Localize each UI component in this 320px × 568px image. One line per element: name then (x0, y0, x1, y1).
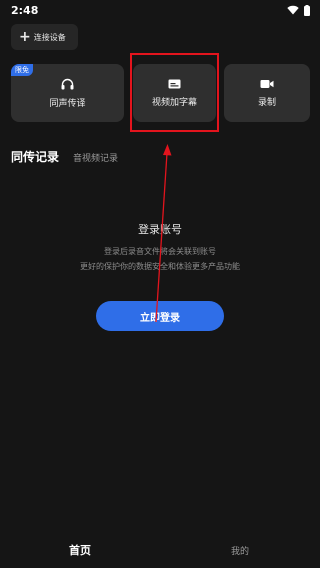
headphones-icon (61, 78, 74, 89)
connect-device-button[interactable]: + 连接设备 (11, 24, 78, 50)
wifi-icon (287, 5, 299, 15)
empty-desc-line-1: 登录后录音文件将会关联到账号 (104, 247, 216, 256)
record-tabs: 同传记录 音视频记录 (11, 148, 118, 165)
card-label: 同声传译 (49, 98, 86, 109)
simultaneous-interpretation-card[interactable]: 限免 同声传译 (11, 64, 124, 122)
record-card[interactable]: 录制 (224, 64, 310, 122)
video-camera-icon (260, 79, 274, 88)
status-time: 2:48 (11, 3, 39, 17)
nav-mine[interactable]: 我的 (160, 544, 320, 557)
empty-state-title: 登录账号 (138, 223, 182, 236)
connect-device-label: 连接设备 (33, 32, 66, 42)
empty-state-description: 登录后录音文件将会关联到账号 更好的保护你的数据安全和体验更多产品功能 (0, 244, 320, 274)
empty-desc-line-2: 更好的保护你的数据安全和体验更多产品功能 (80, 262, 240, 271)
plus-icon: + (19, 29, 31, 45)
login-button[interactable]: 立即登录 (96, 301, 224, 331)
free-badge: 限免 (11, 64, 33, 76)
annotation-highlight-box (130, 53, 219, 132)
tab-media-records[interactable]: 音视频记录 (73, 151, 118, 164)
nav-home[interactable]: 首页 (0, 542, 160, 558)
status-icons (287, 4, 310, 16)
battery-icon (304, 4, 310, 16)
card-label: 录制 (257, 97, 276, 108)
tab-interpretation-records[interactable]: 同传记录 (11, 148, 59, 165)
status-bar: 2:48 (0, 0, 320, 20)
bottom-nav: 首页 我的 (0, 532, 320, 568)
